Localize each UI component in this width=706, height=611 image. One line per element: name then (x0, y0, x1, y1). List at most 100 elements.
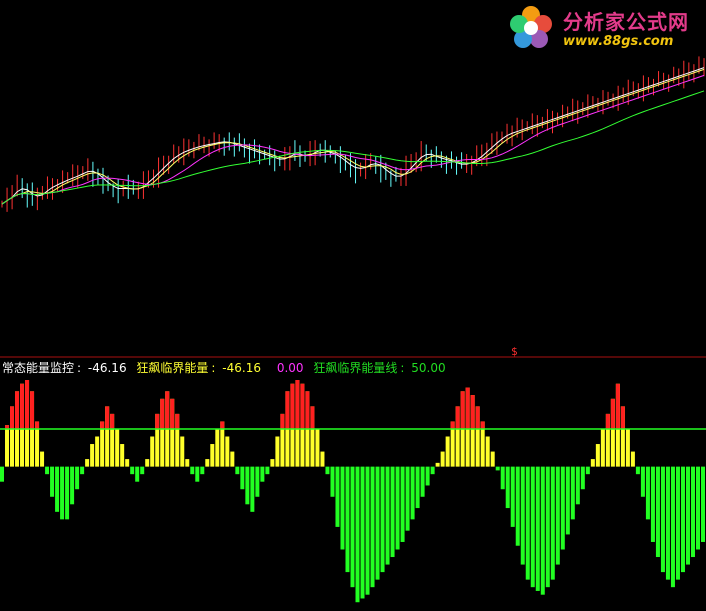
energy-bar-negative (370, 466, 375, 588)
signal-marker: $ (511, 345, 518, 358)
energy-bar-alert (160, 398, 165, 429)
energy-bar-alert (610, 398, 615, 429)
energy-bar-negative (505, 466, 510, 509)
ma-slow-line (1, 90, 705, 205)
energy-bar-positive (230, 451, 235, 467)
energy-bar-positive (490, 451, 495, 467)
energy-bar-negative (195, 466, 200, 482)
energy-bar-negative (565, 466, 570, 535)
energy-bar-negative (345, 466, 350, 573)
energy-bar-alert (605, 413, 610, 429)
energy-bar-negative (50, 466, 55, 497)
energy-bar-negative (330, 466, 335, 497)
energy-bar-positive (270, 459, 275, 467)
energy-bar-alert (310, 406, 315, 429)
energy-bar-negative (420, 466, 425, 497)
energy-bar-negative (335, 466, 340, 527)
energy-bar-alert (615, 383, 620, 429)
energy-bar-positive (600, 428, 605, 467)
energy-bar-negative (55, 466, 60, 512)
energy-bar-negative (350, 466, 355, 588)
energy-bar-negative (360, 466, 365, 599)
energy-bar-positive (125, 459, 130, 467)
energy-bar-negative (80, 466, 85, 475)
energy-bar-negative (190, 466, 195, 475)
energy-bar-alert (20, 383, 25, 429)
energy-bar-negative (660, 466, 665, 573)
energy-bar-negative (570, 466, 575, 520)
energy-bar-alert (465, 387, 470, 429)
energy-bar-negative (540, 466, 545, 595)
energy-bar-negative (375, 466, 380, 580)
energy-bar-negative (670, 466, 675, 588)
legend-label: 狂飙临界能量 (136, 361, 209, 375)
energy-bar-positive (120, 444, 125, 467)
energy-bar-negative (685, 466, 690, 565)
energy-bar-positive (485, 436, 490, 467)
legend-item: 狂飙临界能量线: 50.00 (313, 361, 448, 375)
energy-bar-negative (260, 466, 265, 482)
energy-bar-positive (210, 444, 215, 467)
energy-bar-negative (525, 466, 530, 580)
energy-bar-negative (545, 466, 550, 588)
indicator-legend: 常态能量监控: -46.16 狂飙临界能量: -46.16 0.00 狂飙临界能… (2, 360, 452, 376)
energy-bar-alert (165, 391, 170, 429)
energy-bar-alert (110, 413, 115, 429)
energy-bar-alert (300, 383, 305, 429)
energy-bar-positive (590, 459, 595, 467)
energy-bar-negative (235, 466, 240, 475)
energy-bar-alert (285, 391, 290, 429)
energy-bar-negative (70, 466, 75, 505)
energy-bar-positive (275, 436, 280, 467)
energy-bar-alert (305, 391, 310, 429)
energy-bar-negative (340, 466, 345, 550)
energy-bar-positive (440, 451, 445, 467)
energy-bar-negative (530, 466, 535, 588)
legend-label: 狂飙临界能量线 (313, 361, 398, 375)
energy-bar-alert (155, 413, 160, 429)
energy-bar-positive (95, 436, 100, 467)
legend-sep: : (211, 361, 216, 375)
energy-bar-negative (640, 466, 645, 497)
energy-bar-negative (405, 466, 410, 531)
energy-bar-alert (30, 391, 35, 429)
energy-bar-negative (365, 466, 370, 595)
energy-bar-alert (25, 380, 30, 429)
energy-bar-negative (575, 466, 580, 505)
energy-bar-negative (0, 466, 5, 482)
energy-bar-alert (280, 413, 285, 429)
energy-bar-negative (520, 466, 525, 565)
energy-panel (0, 380, 705, 603)
energy-bar-negative (200, 466, 205, 475)
legend-sep: : (400, 361, 405, 375)
energy-bar-negative (45, 466, 50, 475)
legend-value: 50.00 (411, 361, 446, 375)
legend-item: 0.00 (271, 361, 307, 375)
energy-bar-negative (700, 466, 705, 542)
energy-bar-negative (410, 466, 415, 520)
energy-bar-negative (680, 466, 685, 573)
logo-url: www.88gs.com (563, 34, 674, 49)
energy-bar-negative (425, 466, 430, 486)
energy-bar-positive (185, 459, 190, 467)
energy-bar-negative (580, 466, 585, 490)
energy-bar-alert (295, 380, 300, 429)
energy-bar-alert (220, 421, 225, 429)
energy-bar-negative (555, 466, 560, 565)
energy-bar-positive (625, 428, 630, 467)
energy-bar-negative (690, 466, 695, 558)
energy-bar-alert (170, 398, 175, 429)
energy-bar-negative (535, 466, 540, 591)
legend-value: -46.16 (87, 361, 127, 375)
energy-bar-negative (415, 466, 420, 509)
energy-bar-negative (430, 466, 435, 475)
energy-bar-positive (315, 428, 320, 467)
energy-bar-negative (130, 466, 135, 475)
energy-bar-alert (290, 383, 295, 429)
energy-bar-positive (85, 459, 90, 467)
energy-bar-alert (455, 406, 460, 429)
energy-bar-positive (180, 436, 185, 467)
energy-bar-alert (450, 421, 455, 429)
ma-short-line (1, 67, 705, 205)
logo-title: 分析家公式网 (563, 10, 689, 34)
